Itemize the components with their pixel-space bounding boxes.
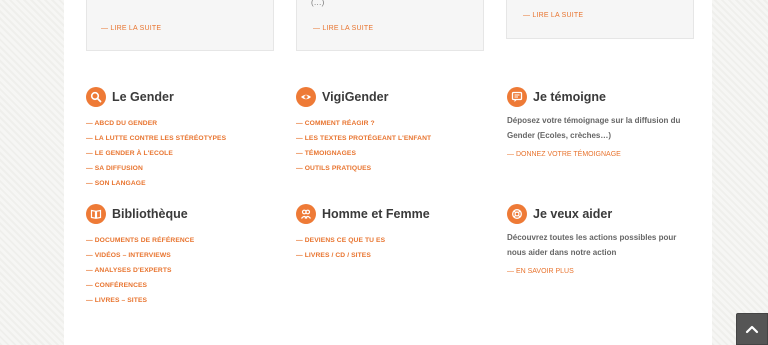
read-more-link[interactable]: — LIRE LA SUITE [523, 12, 583, 19]
search-icon [86, 87, 106, 107]
link-textes-protegeant[interactable]: — LES TEXTES PROTÉGEANT L'ENFANT [296, 135, 431, 142]
link-lutte-stereotypes[interactable]: — LA LUTTE CONTRE LES STÉRÉOTYPES [86, 135, 226, 142]
people-icon [296, 204, 316, 224]
link-deviens-ce-que-tu-es[interactable]: — DEVIENS CE QUE TU ES [296, 237, 385, 244]
link-comment-reagir[interactable]: — COMMENT RÉAGIR ? [296, 120, 375, 127]
link-temoignages[interactable]: — TÉMOIGNAGES [296, 150, 356, 157]
section-title: Le Gender [112, 90, 174, 104]
article-card-3: — LIRE LA SUITE [506, 0, 694, 39]
excerpt-ellipsis: (…) [311, 0, 325, 7]
link-abcd-du-gender[interactable]: — ABCD DU GENDER [86, 120, 157, 127]
section-title: Je témoigne [533, 90, 606, 104]
chat-icon [507, 87, 527, 107]
link-en-savoir-plus[interactable]: — EN SAVOIR PLUS [507, 268, 697, 275]
link-livres-cd-sites[interactable]: — LIVRES / CD / SITES [296, 252, 371, 259]
lifebuoy-icon [507, 204, 527, 224]
section-bibliotheque: Bibliothèque — DOCUMENTS DE RÉFÉRENCE — … [86, 203, 194, 305]
section-je-veux-aider: Je veux aider Découvrez toutes les actio… [507, 203, 697, 275]
section-title: VigiGender [322, 90, 389, 104]
section-je-temoigne: Je témoigne Déposez votre témoignage sur… [507, 86, 697, 158]
link-outils-pratiques[interactable]: — OUTILS PRATIQUES [296, 165, 371, 172]
link-conferences[interactable]: — CONFÉRENCES [86, 282, 147, 289]
scroll-to-top-button[interactable] [736, 313, 768, 345]
main-content: — LIRE LA SUITE (…) — LIRE LA SUITE — LI… [64, 0, 712, 345]
article-card-1: — LIRE LA SUITE [86, 0, 274, 51]
section-description: Découvrez toutes les actions possibles p… [507, 233, 677, 257]
chevron-up-icon [745, 325, 759, 334]
link-documents-reference[interactable]: — DOCUMENTS DE RÉFÉRENCE [86, 237, 194, 244]
link-son-langage[interactable]: — SON LANGAGE [86, 180, 146, 187]
section-title: Homme et Femme [322, 207, 430, 221]
link-sa-diffusion[interactable]: — SA DIFFUSION [86, 165, 143, 172]
link-livres-sites[interactable]: — LIVRES – SITES [86, 297, 147, 304]
read-more-link[interactable]: — LIRE LA SUITE [313, 25, 373, 32]
link-analyses-experts[interactable]: — ANALYSES D'EXPERTS [86, 267, 172, 274]
read-more-link[interactable]: — LIRE LA SUITE [101, 25, 161, 32]
right-background [712, 0, 768, 345]
left-background [0, 0, 64, 345]
article-card-2: (…) — LIRE LA SUITE [296, 0, 484, 51]
section-title: Je veux aider [533, 207, 613, 221]
link-donnez-temoignage[interactable]: — DONNEZ VOTRE TÉMOIGNAGE [507, 151, 697, 158]
link-gender-ecole[interactable]: — LE GENDER À L'ECOLE [86, 150, 173, 157]
section-le-gender: Le Gender — ABCD DU GENDER — LA LUTTE CO… [86, 86, 226, 188]
link-videos-interviews[interactable]: — VIDÉOS – INTERVIEWS [86, 252, 171, 259]
section-vigigender: VigiGender — COMMENT RÉAGIR ? — LES TEXT… [296, 86, 431, 173]
book-icon [86, 204, 106, 224]
section-homme-et-femme: Homme et Femme — DEVIENS CE QUE TU ES — … [296, 203, 430, 260]
section-description: Déposez votre témoignage sur la diffusio… [507, 116, 681, 140]
section-title: Bibliothèque [112, 207, 188, 221]
eye-icon [296, 87, 316, 107]
